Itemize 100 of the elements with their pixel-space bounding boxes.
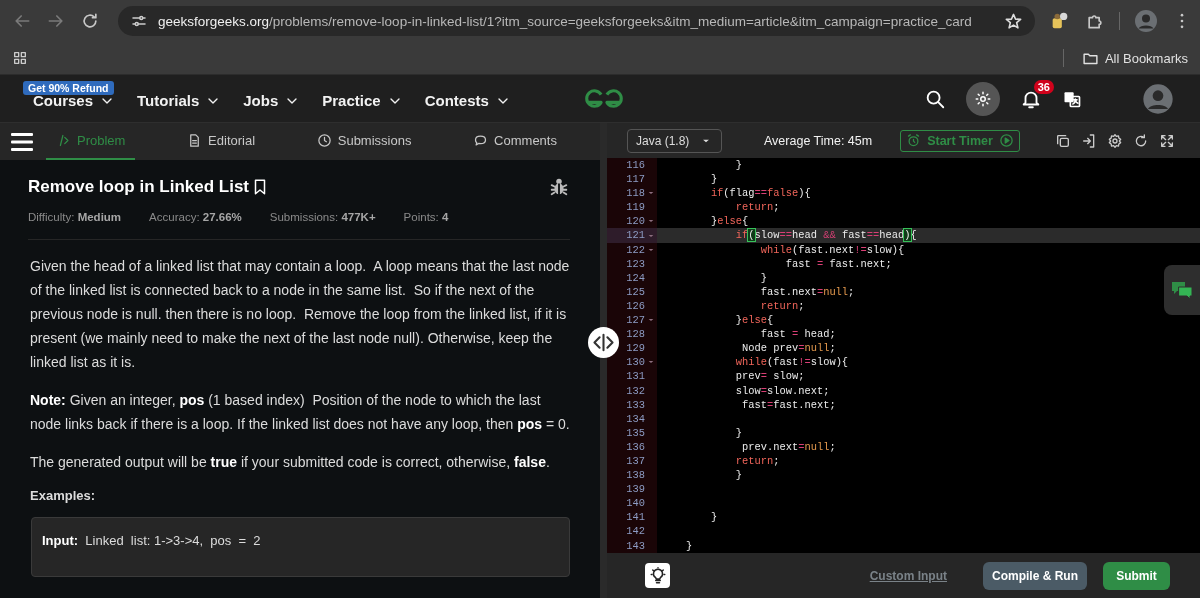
line-number: 125 [625, 284, 645, 299]
code-line: return; [734, 201, 780, 214]
code-line: } [709, 173, 718, 186]
code-line: }else{ [734, 314, 774, 327]
code-line: }else{ [709, 215, 749, 228]
bookmarks-folder[interactable]: All Bookmarks [1075, 48, 1194, 68]
code-line: fast.next=null; [759, 285, 855, 298]
line-number: 143 [625, 538, 645, 553]
problem-stat: Accuracy: 27.66% [149, 211, 242, 223]
code-line: return; [759, 299, 805, 312]
tab[interactable]: Comments [463, 123, 567, 160]
code-line: return; [734, 454, 780, 467]
nav-menu-item[interactable]: Tutorials [137, 88, 222, 109]
alarm-clock-icon [906, 133, 922, 148]
line-number: 116 [625, 158, 645, 173]
settings-icon[interactable] [1107, 132, 1123, 149]
reload-icon[interactable] [80, 11, 100, 31]
apps-icon[interactable] [12, 50, 28, 66]
line-number: 128 [625, 327, 645, 342]
line-number: 117 [625, 172, 645, 187]
lightbulb-icon [648, 566, 667, 585]
tab[interactable]: Submissions [306, 123, 422, 160]
code-line: fast = head; [759, 328, 836, 341]
sun-icon [974, 89, 992, 108]
line-number: 118 [625, 186, 645, 201]
line-number: 138 [625, 468, 645, 483]
line-number: 122 [625, 242, 645, 257]
start-timer-button[interactable]: Start Timer [900, 129, 1020, 152]
code-line: } [734, 159, 743, 171]
custom-input-link[interactable]: Custom Input [863, 567, 953, 584]
notification-badge: 36 [1033, 79, 1054, 94]
line-number: 136 [625, 439, 645, 454]
line-number: 129 [625, 341, 645, 356]
copy-icon[interactable] [1055, 132, 1071, 149]
line-number: 141 [625, 510, 645, 525]
average-time: Average Time: 45m [764, 133, 873, 148]
submit-button[interactable]: Submit [1103, 561, 1170, 590]
clock-icon [316, 133, 332, 148]
avatar-icon[interactable] [1134, 9, 1158, 33]
description-text: Given the head of a linked list that may contain a loop. A loop means that the last node of the linked list is connected back to a node in the same list. So if the next of the previous node is null. then there is no loop. Remove the loop from the linked list, if it is present (we mainly need to make the next of the last node null). Otherwise, keep the linked list as it is. [30, 257, 570, 372]
refresh-icon[interactable] [1133, 132, 1149, 149]
url-text: geeksforgeeks.org/problems/remove-loop-in-linked-list/1?itm_source=geeksforgeeks&itm_medium=article&itm_campaign=practice_card [158, 13, 972, 29]
description-text: The generated output will be true if your submitted code is correct, otherwise, false. [30, 453, 551, 472]
description-text: Note: Given an integer, pos (1 based index) Position of the node to which the last node links back if there is a loop. If the linked list does not have any loop, then pos = 0. [30, 391, 570, 434]
code-line: } [759, 271, 767, 284]
line-number: 137 [625, 453, 645, 469]
theme-toggle[interactable] [966, 81, 1000, 116]
line-number: 130 [625, 355, 645, 370]
code-line: slow=slow.next; [734, 384, 830, 397]
code-line: if(flag==false){ [709, 187, 811, 200]
line-number: 131 [625, 369, 645, 384]
tab[interactable]: Problem [46, 123, 136, 160]
example-text: Input: Linked list: 1->3->4, pos = 2 [42, 533, 261, 548]
line-number: 140 [625, 496, 645, 511]
line-number: 127 [625, 313, 645, 328]
code-line: } [734, 426, 743, 439]
compile-run-button[interactable]: Compile & Run [983, 561, 1087, 590]
problem-stat: Submissions: 477K+ [269, 211, 376, 223]
line-number: 119 [625, 200, 645, 215]
code-line: while(fast!=slow){ [734, 356, 849, 369]
code-line: } [734, 469, 743, 482]
problem-stat: Difficulty: Medium [28, 211, 122, 223]
line-number: 132 [625, 383, 645, 398]
address-bar[interactable]: geeksforgeeks.org/problems/remove-loop-in-linked-list/1?itm_source=geeksforgeeks&itm_medium=article&itm_campaign=practice_card [118, 6, 1035, 36]
code-line: } [709, 511, 718, 524]
code-line: } [684, 539, 693, 552]
code-line: prev.next=null; [741, 440, 836, 453]
star-icon[interactable] [1004, 11, 1023, 31]
bug-icon[interactable] [548, 176, 570, 198]
hint-button[interactable] [645, 563, 670, 588]
line-number: 124 [625, 270, 645, 285]
line-number: 133 [625, 397, 645, 412]
problem-stat: Points: 4 [403, 211, 449, 223]
exit-icon[interactable] [1081, 132, 1097, 149]
play-icon [998, 133, 1014, 148]
line-number: 121 [625, 228, 645, 243]
line-number: 135 [625, 425, 645, 440]
line-number: 139 [625, 482, 645, 497]
nav-menu-item[interactable]: Jobs [243, 88, 301, 109]
code-line: prev= slow; [734, 370, 805, 383]
nav-menu-item[interactable]: Contests [424, 88, 511, 109]
line-number: 142 [625, 524, 645, 539]
problem-title: Remove loop in Linked List [28, 177, 250, 197]
line-number: 126 [625, 298, 645, 314]
language-dropdown[interactable]: Java (1.8) [627, 128, 722, 153]
code-line: fast=fast.next; [741, 398, 836, 411]
nav-menu-item[interactable]: Practice [322, 88, 403, 109]
avatar-icon[interactable] [1142, 82, 1174, 115]
code-line: Node prev=null; [741, 342, 836, 355]
chat-button[interactable] [1164, 265, 1200, 315]
tab[interactable]: Editorial [177, 123, 266, 160]
examples-heading: Examples: [30, 488, 97, 503]
comment-icon [473, 133, 489, 148]
line-number: 134 [625, 411, 645, 426]
code-line: while(fast.next!=slow){ [759, 243, 905, 256]
line-number: 123 [625, 256, 645, 271]
code-line: fast = fast.next; [784, 257, 892, 270]
fullscreen-icon[interactable] [1159, 132, 1175, 149]
promo-badge: Get 90% Refund [23, 81, 114, 95]
line-number: 120 [625, 214, 645, 229]
